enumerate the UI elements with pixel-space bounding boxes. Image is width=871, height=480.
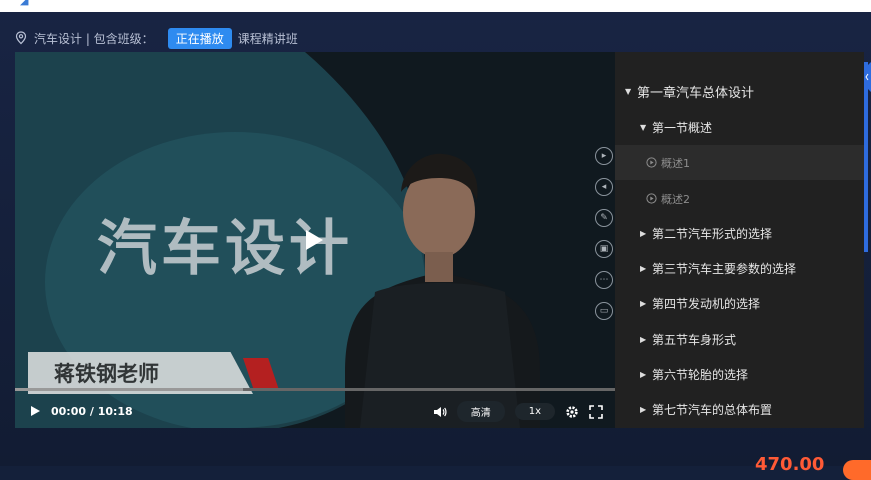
chapter-label: 第一章汽车总体设计	[637, 86, 755, 101]
screen-mode-icon[interactable]: ▭	[595, 302, 613, 320]
breadcrumb: 汽车设计 | 包含班级： 正在播放 课程精讲班	[14, 27, 298, 49]
class-name[interactable]: 课程精讲班	[238, 30, 298, 47]
caret-down-icon: ▼	[640, 123, 647, 132]
site-logo[interactable]: ◢	[20, 0, 28, 7]
caret-down-icon: ▼	[625, 87, 632, 96]
section-item[interactable]: ▶ 第四节发动机的选择	[615, 286, 864, 321]
caret-right-icon: ▶	[640, 299, 647, 308]
section-item[interactable]: ▶ 第二节汽车形式的选择	[615, 216, 864, 251]
course-price: 470.00	[755, 454, 825, 475]
section-item[interactable]: ▼ 第一节概述	[615, 110, 864, 145]
section-label: 第四节发动机的选择	[652, 297, 761, 311]
video-player[interactable]: 汽车设计 蒋铁钢老师 ▸ ◂ ✎ ▣ ⋯ ▭ 00:00 / 10:18 高清 …	[15, 52, 615, 428]
lesson-item[interactable]: 概述2	[615, 181, 864, 216]
quality-selector[interactable]: 高清	[456, 401, 505, 422]
time-display: 00:00 / 10:18	[51, 404, 133, 418]
section-item[interactable]: ▶ 第七节汽车的总体布置	[615, 392, 864, 427]
video-progress-bar[interactable]	[15, 388, 615, 391]
caret-right-icon: ▶	[640, 229, 647, 238]
lesson-item[interactable]: 概述1	[615, 145, 864, 180]
section-label: 第五节车身形式	[652, 333, 737, 347]
section-label: 第二节汽车形式的选择	[652, 227, 773, 241]
speed-selector[interactable]: 1x	[514, 403, 555, 420]
prev-frame-icon[interactable]: ◂	[595, 178, 613, 196]
play-circle-icon	[646, 193, 657, 204]
teacher-name: 蒋铁钢老师	[54, 362, 159, 386]
chapter-list: ▼ 第一章汽车总体设计 ▼ 第一节概述 概述1 概述2 ▶ 第二节汽车形式的选择…	[615, 52, 864, 428]
play-circle-icon	[646, 157, 657, 168]
caret-right-icon: ▶	[640, 335, 647, 344]
section-item[interactable]: ▶ 第五节车身形式	[615, 322, 864, 357]
location-pin-icon	[15, 31, 27, 45]
play-overlay-icon[interactable]	[298, 225, 328, 255]
player-controls: 00:00 / 10:18 高清 1x	[15, 394, 615, 428]
volume-icon[interactable]	[433, 405, 447, 419]
lesson-label: 概述2	[661, 192, 690, 206]
chapter-item[interactable]: ▼ 第一章汽车总体设计	[615, 74, 864, 109]
caret-right-icon: ▶	[640, 370, 647, 379]
settings-icon[interactable]	[565, 405, 579, 419]
player-side-toolbar: ▸ ◂ ✎ ▣ ⋯ ▭	[595, 147, 613, 320]
lesson-label: 概述1	[661, 156, 690, 170]
now-playing-badge: 正在播放	[167, 27, 232, 49]
section-item[interactable]: ▶ 第六节轮胎的选择	[615, 357, 864, 392]
course-name: 汽车设计 | 包含班级：	[34, 31, 154, 46]
section-label: 第六节轮胎的选择	[652, 368, 749, 382]
play-icon[interactable]	[29, 405, 41, 417]
screenshot-icon[interactable]: ▣	[595, 240, 613, 258]
caret-right-icon: ▶	[640, 405, 647, 414]
section-label: 第七节汽车的总体布置	[652, 403, 773, 417]
fullscreen-icon[interactable]	[589, 404, 603, 419]
video-progress-fill	[15, 388, 243, 391]
caret-right-icon: ▶	[640, 264, 647, 273]
next-frame-icon[interactable]: ▸	[595, 147, 613, 165]
section-label: 第一节概述	[652, 121, 713, 135]
player-controls-right: 高清 1x	[433, 401, 603, 422]
pen-icon[interactable]: ✎	[595, 209, 613, 227]
top-header: ◢	[0, 0, 871, 12]
section-label: 第三节汽车主要参数的选择	[652, 262, 797, 276]
buy-button[interactable]	[843, 460, 871, 480]
section-item[interactable]: ▶ 第三节汽车主要参数的选择	[615, 251, 864, 286]
more-icon[interactable]: ⋯	[595, 271, 613, 289]
collapse-tab-icon[interactable]	[862, 62, 871, 92]
